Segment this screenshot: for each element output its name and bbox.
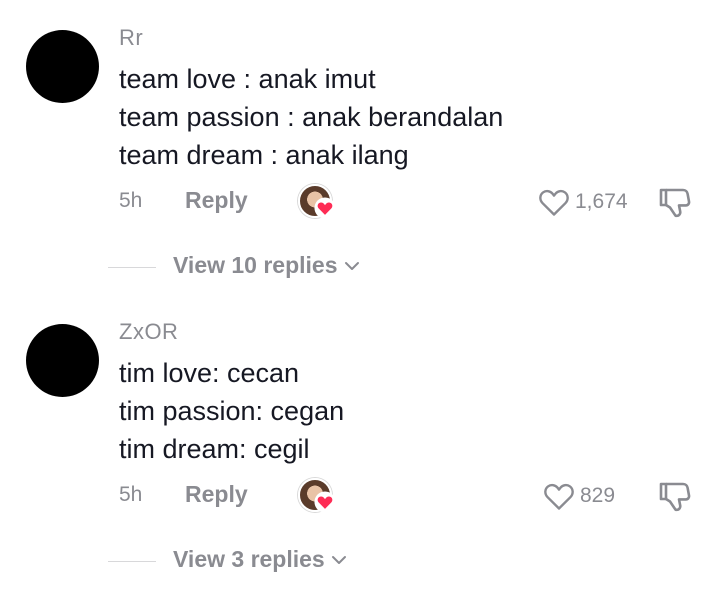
comment-timestamp: 5h [119, 189, 143, 212]
divider [108, 267, 156, 268]
reply-button[interactable]: Reply [185, 481, 248, 508]
chevron-down-icon [331, 555, 346, 564]
heart-outline-icon [539, 189, 569, 216]
comment-username[interactable]: Rr [119, 25, 143, 51]
comment-line: team dream : anak ilang [119, 140, 409, 170]
comment-timestamp: 5h [119, 483, 143, 506]
creator-liked-heart-icon [314, 491, 336, 513]
creator-liked-badge [298, 478, 336, 514]
avatar[interactable] [26, 324, 99, 397]
view-replies-row: View 10 replies [0, 250, 720, 284]
chevron-down-icon [344, 261, 359, 270]
comment-text: team love : anak imut team passion : ana… [119, 60, 503, 174]
thumbs-down-icon[interactable] [657, 480, 693, 514]
comment-line: tim love: cecan [119, 358, 300, 388]
comment-line: tim passion: cegan [119, 396, 345, 426]
comment-actions: 5h Reply 829 [0, 474, 720, 518]
comment-line: tim dream: cegil [119, 434, 310, 464]
view-replies-label: View 10 replies [173, 252, 338, 278]
view-replies-label: View 3 replies [173, 546, 325, 572]
like-button[interactable]: 1,674 [537, 186, 628, 218]
creator-liked-badge [298, 184, 336, 220]
thumbs-down-icon[interactable] [657, 186, 693, 220]
comment-line: team passion : anak berandalan [119, 102, 504, 132]
avatar[interactable] [26, 30, 99, 103]
view-replies-button[interactable]: View 3 replies [173, 546, 347, 573]
reply-button[interactable]: Reply [185, 187, 248, 214]
divider [108, 561, 156, 562]
creator-liked-heart-icon [314, 197, 336, 219]
comment-username[interactable]: ZxOR [119, 319, 178, 345]
view-replies-button[interactable]: View 10 replies [173, 252, 360, 279]
heart-outline-icon [544, 483, 574, 510]
like-button[interactable]: 829 [542, 480, 615, 512]
like-count: 1,674 [575, 190, 628, 213]
comment-actions: 5h Reply 1,674 [0, 180, 720, 224]
comment-line: team love : anak imut [119, 64, 376, 94]
like-count: 829 [580, 484, 616, 507]
view-replies-row: View 3 replies [0, 544, 720, 578]
comment-text: tim love: cecan tim passion: cegan tim d… [119, 354, 344, 468]
